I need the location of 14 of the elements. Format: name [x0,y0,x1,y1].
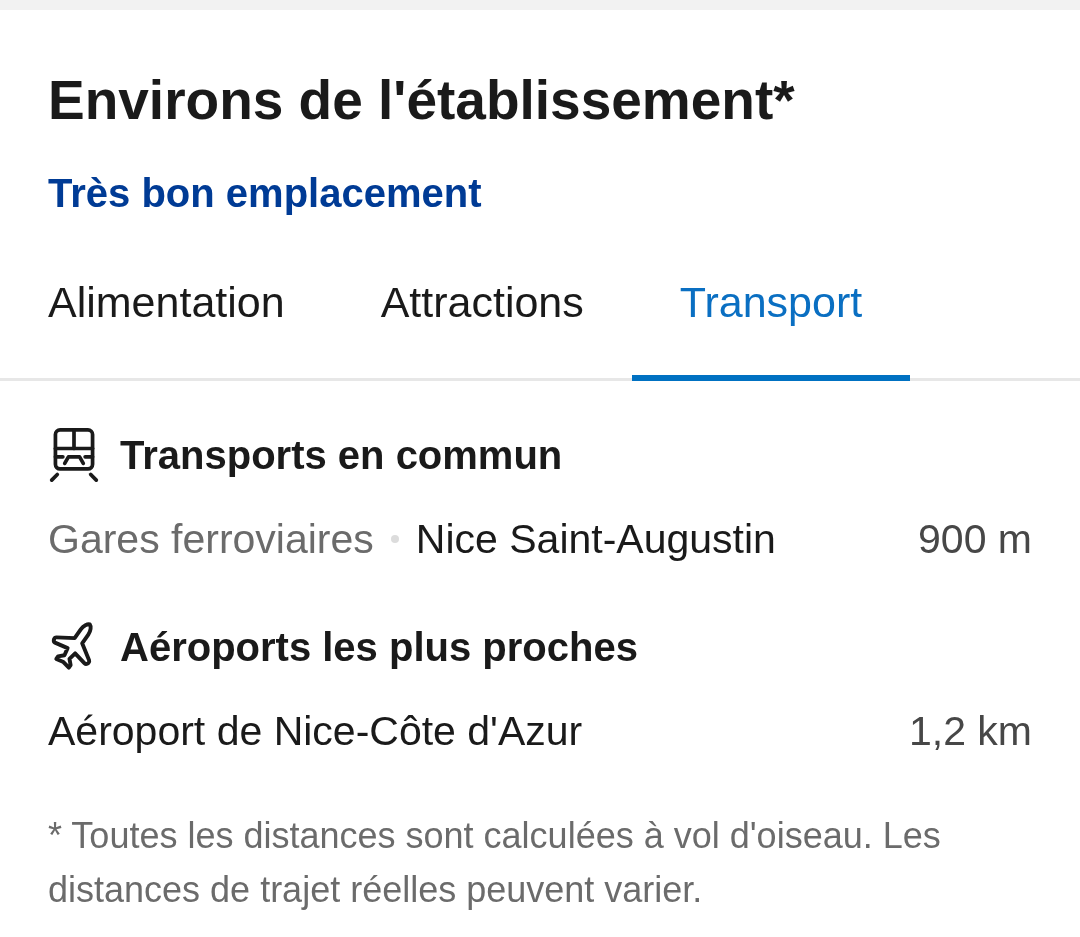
place-distance: 900 m [918,515,1032,564]
location-rating: Très bon emplacement [48,170,482,217]
category-tab[interactable]: Transport [631,217,911,381]
section-heading: Aéroports les plus proches [120,624,638,671]
category-tab[interactable]: Alimentation [0,217,333,381]
place-name: Aéroport de Nice-Côte d'Azur [48,707,583,756]
distance-footnote: * Toutes les distances sont calculées à vol d'oiseau. Les distances de trajet réelles peuvent varier. [48,814,942,912]
place-distance: 1,2 km [908,707,1032,756]
category-tab[interactable]: Attractions [332,217,632,381]
place-name: Nice Saint-Augustin [415,515,776,564]
section-title: Environs de l'établissement* [48,68,795,132]
place-category: Gares ferroviaires [48,515,374,564]
train-icon [48,427,100,483]
section-heading: Transports en commun [120,432,563,479]
